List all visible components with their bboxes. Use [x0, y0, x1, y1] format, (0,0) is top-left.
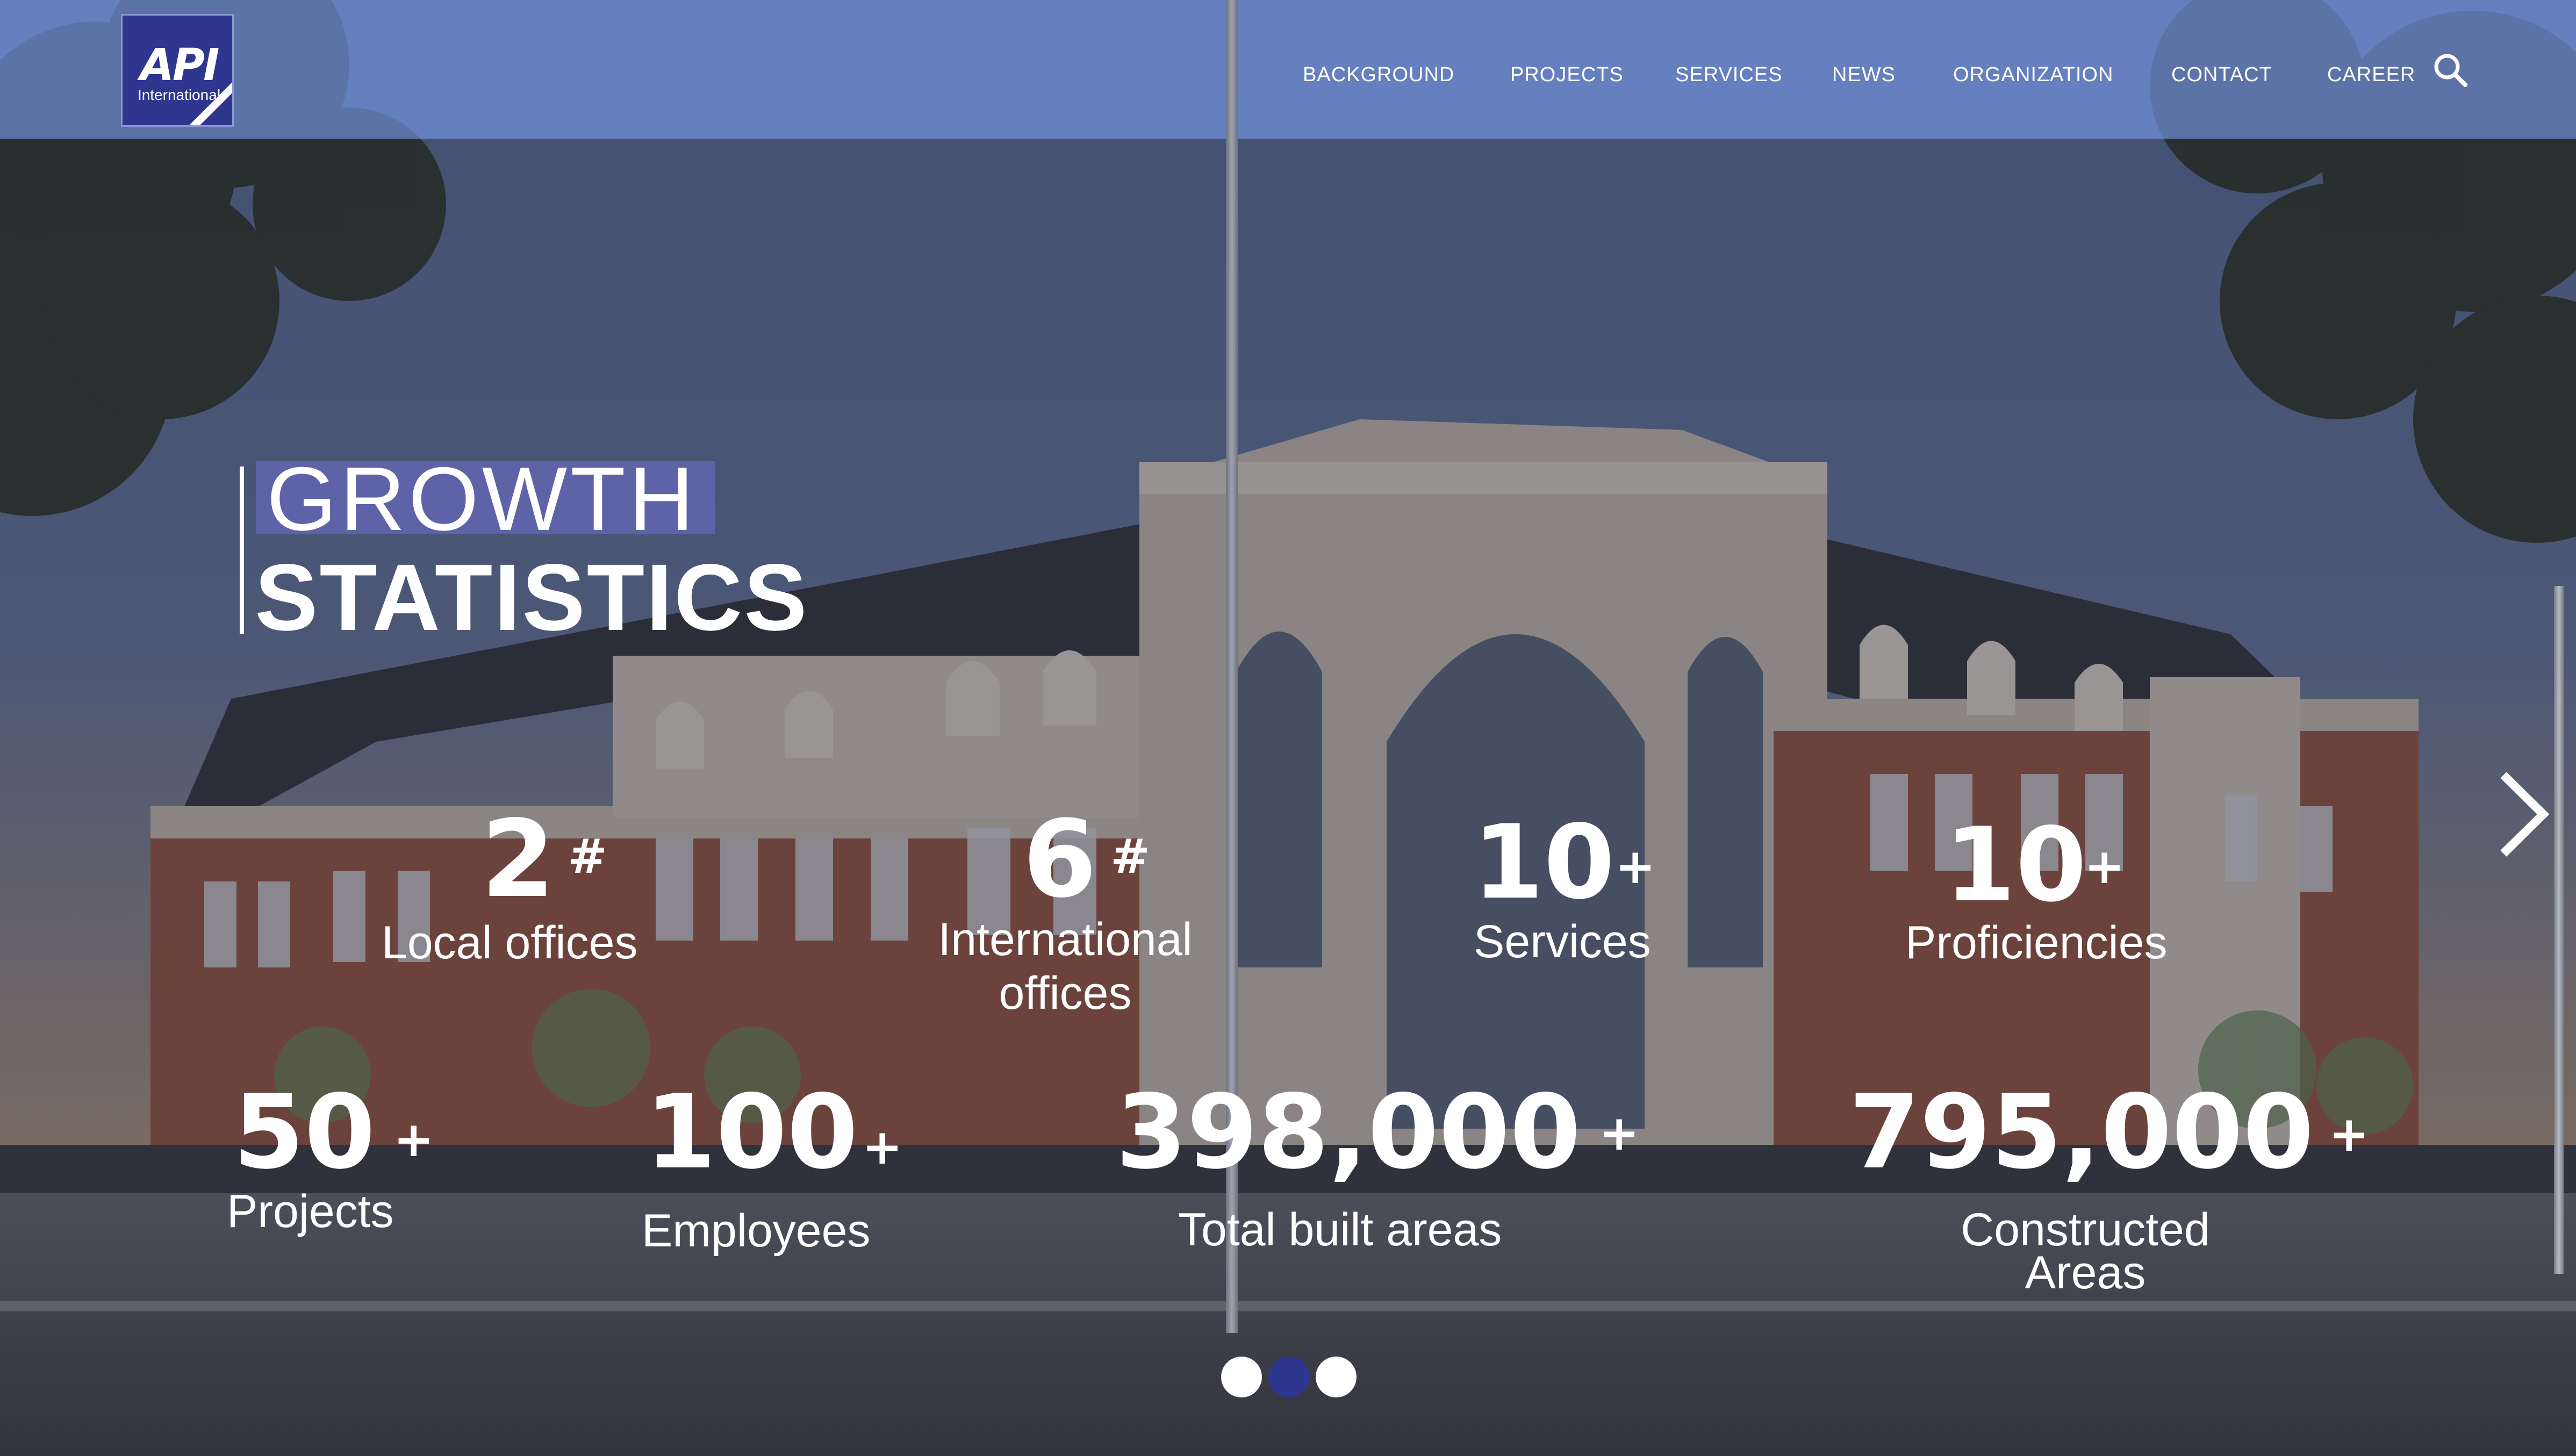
stat-suffix: + — [1615, 838, 1656, 895]
heading-line-1: GROWTH — [267, 448, 698, 549]
stat-label-line-2: offices — [999, 967, 1132, 1019]
stat-suffix: + — [2329, 1106, 2370, 1163]
nav-item-projects[interactable]: PROJECTS — [1510, 63, 1624, 87]
stat-suffix: + — [862, 1119, 903, 1175]
stat-value: 795,000 — [1849, 1073, 2314, 1192]
heading-line-2: STATISTICS — [255, 545, 809, 650]
nav-item-organization[interactable]: ORGANIZATION — [1953, 63, 2113, 87]
nav-item-contact[interactable]: CONTACT — [2171, 63, 2272, 87]
stat-value: 10 — [1944, 806, 2087, 924]
next-slide-button[interactable] — [2494, 769, 2553, 860]
search-icon — [2434, 54, 2467, 87]
stat-suffix: # — [1110, 829, 1150, 884]
nav-item-background[interactable]: BACKGROUND — [1303, 63, 1454, 87]
stat-value: 2 — [481, 797, 555, 921]
search-button[interactable] — [2432, 52, 2470, 89]
stat-label: Proficiencies — [1905, 917, 2168, 969]
stat-value: 10 — [1473, 803, 1615, 922]
slider-dot-3[interactable] — [1316, 1357, 1357, 1397]
slider-dot-2-active[interactable] — [1268, 1357, 1309, 1397]
logo-corner-mark — [189, 82, 232, 125]
stat-label: Employees — [642, 1205, 871, 1257]
stat-label: Services — [1474, 916, 1651, 967]
nav-item-career[interactable]: CAREER — [2327, 63, 2415, 87]
stat-suffix: + — [393, 1111, 434, 1168]
stat-label: Local offices — [382, 917, 638, 969]
stat-label: Total built areas — [1178, 1204, 1502, 1256]
stat-suffix: # — [568, 829, 607, 884]
chevron-right-icon — [2500, 772, 2550, 857]
stat-value: 398,000 — [1116, 1073, 1581, 1192]
heading-accent-bar — [240, 467, 244, 634]
stat-value: 100 — [645, 1073, 858, 1192]
stat-value: 50 — [233, 1073, 376, 1192]
slider-dot-1[interactable] — [1221, 1357, 1262, 1397]
stat-label-line-2: Areas — [2025, 1247, 2146, 1299]
stat-label-line-1: International — [938, 914, 1193, 965]
divider-line-right — [2554, 586, 2564, 1274]
nav-item-services[interactable]: SERVICES — [1675, 63, 1782, 87]
logo-text: API — [140, 40, 219, 91]
stat-suffix: + — [1599, 1105, 1640, 1161]
stat-suffix: + — [2084, 838, 2125, 895]
company-logo[interactable]: API International — [121, 14, 234, 127]
stat-label: Projects — [227, 1186, 394, 1237]
nav-item-news[interactable]: NEWS — [1832, 63, 1896, 87]
stat-value: 6 — [1023, 797, 1097, 921]
